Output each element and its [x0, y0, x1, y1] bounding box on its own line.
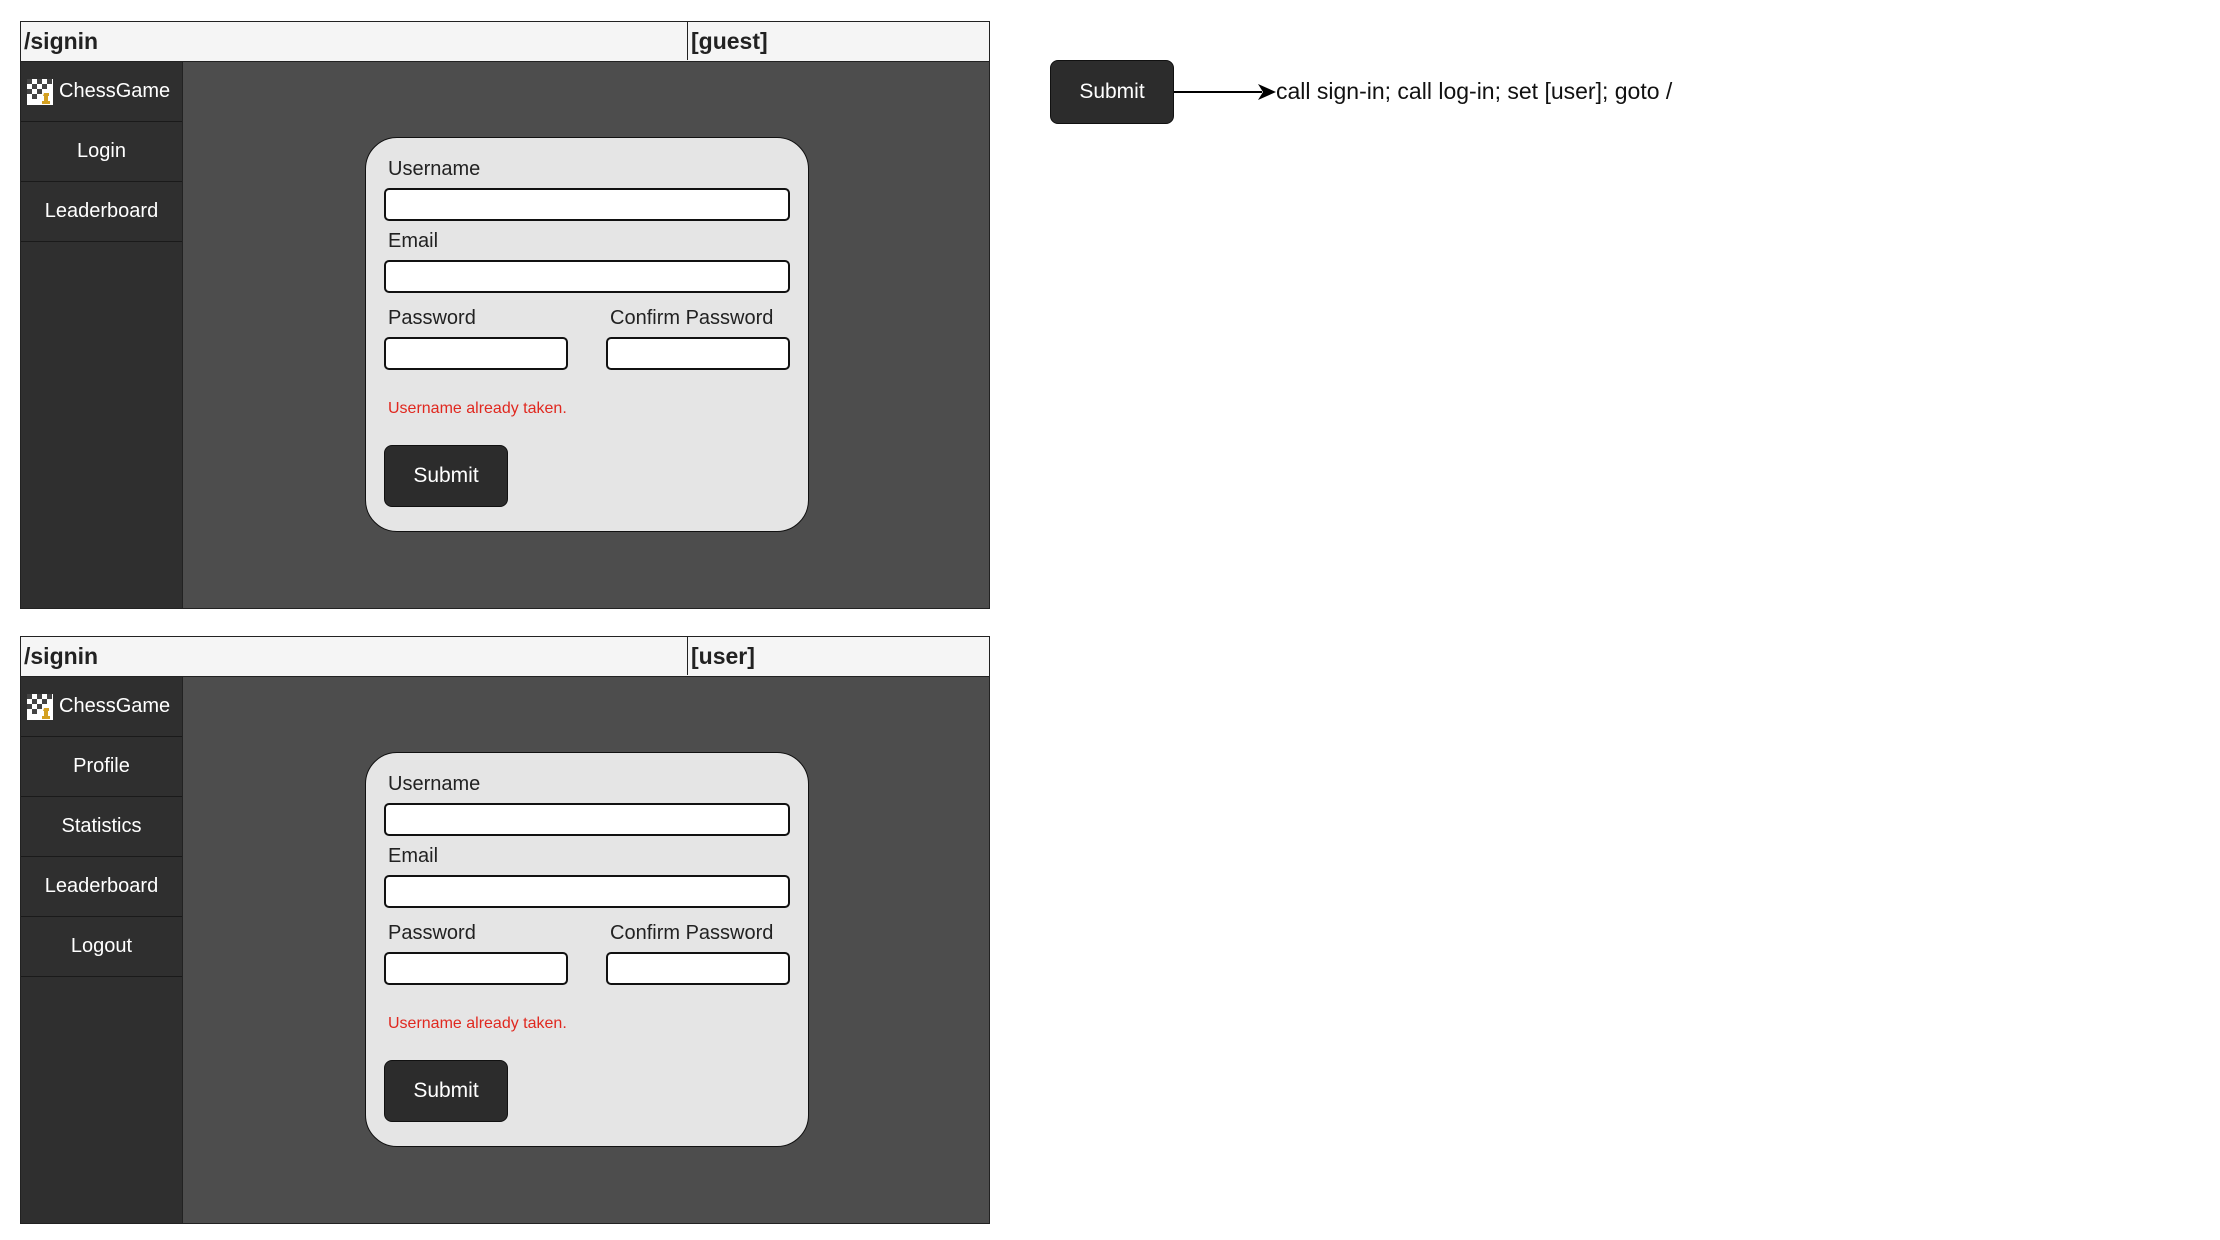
password-input[interactable] [384, 952, 568, 985]
brand-link[interactable]: ChessGame [21, 62, 182, 122]
password-label: Password [388, 922, 476, 944]
brand-label: ChessGame [59, 80, 171, 102]
sidebar: ChessGame Profile Statistics Leaderboard… [21, 677, 183, 1223]
username-input[interactable] [384, 803, 790, 836]
route-header: /signin [guest] [21, 22, 989, 62]
email-label: Email [388, 230, 439, 252]
username-label: Username [388, 158, 481, 180]
nav-statistics[interactable]: Statistics [21, 797, 182, 857]
legend-submit-button: Submit [1050, 60, 1174, 124]
confirm-password-label: Confirm Password [610, 307, 774, 329]
confirm-password-label: Confirm Password [610, 922, 774, 944]
confirm-password-input[interactable] [606, 337, 790, 370]
screen-user: /signin [user] ChessGame Profile Statist… [20, 636, 990, 1224]
nav-leaderboard[interactable]: Leaderboard [21, 182, 182, 242]
password-input[interactable] [384, 337, 568, 370]
nav-profile[interactable]: Profile [21, 737, 182, 797]
route-label: /signin [24, 643, 99, 669]
route-label: /signin [24, 28, 99, 54]
arrow-icon [1174, 84, 1276, 100]
sidebar: ChessGame Login Leaderboard [21, 62, 183, 608]
chess-icon [27, 693, 53, 720]
error-message: Username already taken. [388, 400, 567, 417]
submit-button[interactable]: Submit [384, 1060, 508, 1122]
signin-form: Username Email Password Confirm Password… [365, 137, 809, 532]
username-input[interactable] [384, 188, 790, 221]
signin-form: Username Email Password Confirm Password… [365, 752, 809, 1147]
nav-logout[interactable]: Logout [21, 917, 182, 977]
chess-icon [27, 78, 53, 105]
brand-label: ChessGame [59, 695, 171, 717]
email-input[interactable] [384, 875, 790, 908]
role-label: [guest] [687, 22, 989, 60]
username-label: Username [388, 773, 481, 795]
email-input[interactable] [384, 260, 790, 293]
brand-link[interactable]: ChessGame [21, 677, 182, 737]
password-label: Password [388, 307, 476, 329]
error-message: Username already taken. [388, 1015, 567, 1032]
nav-leaderboard[interactable]: Leaderboard [21, 857, 182, 917]
email-label: Email [388, 845, 439, 867]
nav-login[interactable]: Login [21, 122, 182, 182]
route-header: /signin [user] [21, 637, 989, 677]
screen-guest: /signin [guest] ChessGame Login Leaderbo… [20, 21, 990, 609]
submit-button[interactable]: Submit [384, 445, 508, 507]
role-label: [user] [687, 637, 989, 675]
confirm-password-input[interactable] [606, 952, 790, 985]
legend-action-text: call sign-in; call log-in; set [user]; g… [1276, 78, 1673, 104]
